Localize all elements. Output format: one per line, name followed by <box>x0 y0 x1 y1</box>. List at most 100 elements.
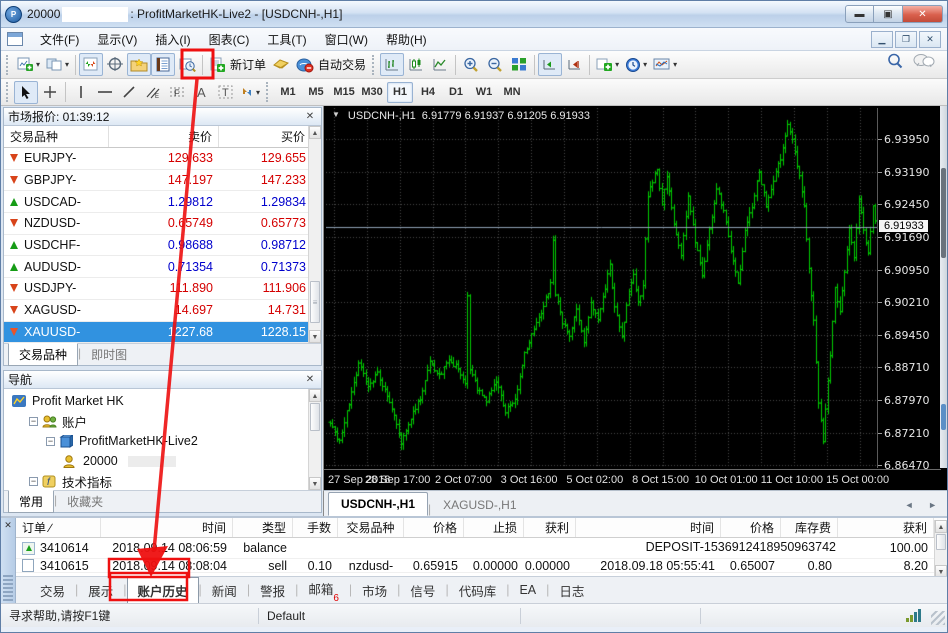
templates-dropdown[interactable]: ▾ <box>673 60 677 69</box>
terminal-row[interactable]: 34106142018.09.14 08:06:59balance100.00D… <box>16 538 947 559</box>
terminal-tab-邮箱[interactable]: 邮箱6 <box>298 576 349 604</box>
scrollbar-thumb[interactable]: ≡ <box>310 281 320 323</box>
child-close-button[interactable]: ✕ <box>919 31 941 48</box>
terminal-toggle-button[interactable] <box>151 53 175 76</box>
timeframe-M1[interactable]: M1 <box>275 82 301 103</box>
terminal-tab-警报[interactable]: 警报 <box>250 578 295 603</box>
col-ask[interactable]: 买价 <box>219 126 312 147</box>
child-minimize-button[interactable]: ▁ <box>871 31 893 48</box>
toolbar-grip[interactable] <box>6 82 11 102</box>
timeframe-D1[interactable]: D1 <box>443 82 469 103</box>
scrollbar-thumb[interactable] <box>936 534 946 550</box>
timeframe-M30[interactable]: M30 <box>359 82 385 103</box>
chart-window[interactable]: ▼ USDCNH-,H1 6.91779 6.91937 6.91205 6.9… <box>323 106 947 490</box>
timeframe-H4[interactable]: H4 <box>415 82 441 103</box>
terminal-tab-EA[interactable]: EA <box>509 580 546 600</box>
terminal-tab-代码库[interactable]: 代码库 <box>449 578 507 603</box>
navigator-tab-收藏夹[interactable]: 收藏夹 <box>57 491 113 512</box>
data-window-button[interactable] <box>103 53 127 76</box>
terminal-col-8[interactable]: 时间 <box>576 518 721 537</box>
time-axis[interactable]: 27 Sep 201828 Sep 17:002 Oct 07:003 Oct … <box>324 469 941 489</box>
tree-item-技术指标[interactable]: −f技术指标 <box>4 471 321 491</box>
market-watch-toggle-button[interactable] <box>79 53 103 76</box>
zoom-in-button[interactable] <box>459 53 483 76</box>
menu-插入(I)[interactable]: 插入(I) <box>146 28 199 51</box>
metaeditor-button[interactable] <box>269 53 293 76</box>
terminal-tab-展示[interactable]: 展示 <box>78 578 123 603</box>
window-close-button[interactable]: ✕ <box>903 5 943 23</box>
chart-window-icon[interactable] <box>7 32 23 46</box>
periods-dropdown[interactable]: ▾ <box>643 60 647 69</box>
profiles-dropdown[interactable]: ▾ <box>65 60 69 69</box>
timeframe-H1[interactable]: H1 <box>387 82 413 103</box>
terminal-col-3[interactable]: 手数 <box>293 518 338 537</box>
crosshair-tool-button[interactable] <box>38 81 62 104</box>
new-chart-dropdown[interactable]: ▾ <box>36 60 40 69</box>
resize-grip[interactable] <box>931 611 945 625</box>
trendline-tool-button[interactable] <box>117 81 141 104</box>
terminal-tab-日志[interactable]: 日志 <box>549 578 594 603</box>
terminal-col-0[interactable]: 订单 ∕ <box>16 518 101 537</box>
navigator-tab-常用[interactable]: 常用 <box>8 490 54 513</box>
terminal-tab-市场[interactable]: 市场 <box>352 578 397 603</box>
close-icon[interactable]: ✕ <box>1 518 15 531</box>
terminal-tab-信号[interactable]: 信号 <box>400 578 445 603</box>
terminal-tab-交易[interactable]: 交易 <box>30 578 75 603</box>
timeframe-W1[interactable]: W1 <box>471 82 497 103</box>
terminal-col-1[interactable]: 时间 <box>101 518 233 537</box>
indicators-dropdown[interactable]: ▾ <box>615 60 619 69</box>
text-tool-button[interactable]: A <box>189 81 213 104</box>
chart-collapse-icon[interactable]: ▼ <box>332 110 340 122</box>
scroll-down-icon[interactable]: ▼ <box>309 477 321 490</box>
window-minimize-button[interactable]: ▬ <box>845 5 874 23</box>
timeframe-M15[interactable]: M15 <box>331 82 357 103</box>
menu-图表(C)[interactable]: 图表(C) <box>200 28 259 51</box>
menu-工具(T)[interactable]: 工具(T) <box>258 28 315 51</box>
timeframe-MN[interactable]: MN <box>499 82 525 103</box>
terminal-col-5[interactable]: 价格 <box>404 518 464 537</box>
chart-shift-button[interactable] <box>562 53 586 76</box>
indicators-button[interactable]: ▾ <box>593 53 622 76</box>
col-bid[interactable]: 卖价 <box>109 126 219 147</box>
menu-窗口(W)[interactable]: 窗口(W) <box>316 28 377 51</box>
autotrading-button[interactable]: 自动交易 <box>293 53 369 76</box>
market-watch-row[interactable]: XAUUSD-1227.681228.15 <box>4 322 321 344</box>
child-restore-button[interactable]: ❐ <box>895 31 917 48</box>
templates-button[interactable]: ▾ <box>650 53 680 76</box>
close-icon[interactable]: ✕ <box>303 111 317 122</box>
scroll-up-icon[interactable]: ▲ <box>935 520 947 533</box>
terminal-col-10[interactable]: 库存费 <box>781 518 838 537</box>
fibonacci-tool-button[interactable]: F <box>165 81 189 104</box>
horizontal-line-tool-button[interactable] <box>93 81 117 104</box>
chart-tab-XAGUSD-,H1[interactable]: XAGUSD-,H1 <box>431 494 528 516</box>
new-order-button[interactable]: 新订单 <box>206 53 269 76</box>
market-watch-row[interactable]: NZDUSD-0.657490.65773 <box>4 213 321 235</box>
chart-scrollbar[interactable] <box>940 106 947 468</box>
bar-chart-button[interactable] <box>380 53 404 76</box>
profiles-button[interactable]: ▾ <box>43 53 72 76</box>
market-watch-tab-即时图[interactable]: 即时图 <box>81 344 137 365</box>
scroll-down-icon[interactable]: ▼ <box>309 330 321 343</box>
menu-显示(V)[interactable]: 显示(V) <box>88 28 146 51</box>
text-label-tool-button[interactable]: T <box>213 81 237 104</box>
channel-tool-button[interactable]: E <box>141 81 165 104</box>
status-profile[interactable]: Default <box>259 608 521 624</box>
tree-item-ProfitMarketHK-Live2[interactable]: −ProfitMarketHK-Live2 <box>4 431 321 451</box>
tile-windows-button[interactable] <box>507 53 531 76</box>
terminal-col-6[interactable]: 止损 <box>464 518 524 537</box>
market-watch-row[interactable]: AUDUSD-0.713540.71373 <box>4 256 321 278</box>
terminal-col-4[interactable]: 交易品种 <box>338 518 404 537</box>
search-symbols-icon[interactable] <box>887 53 903 69</box>
terminal-row[interactable]: 34106152018.09.14 08:08:04sell0.10nzdusd… <box>16 559 947 573</box>
chat-icon[interactable] <box>913 53 935 69</box>
scroll-up-icon[interactable]: ▲ <box>309 389 321 402</box>
zoom-out-button[interactable] <box>483 53 507 76</box>
periods-button[interactable]: ▾ <box>622 53 650 76</box>
tree-expand-icon[interactable]: − <box>46 437 55 446</box>
market-watch-tab-交易品种[interactable]: 交易品种 <box>8 343 78 366</box>
scrollbar-thumb[interactable] <box>310 403 320 431</box>
navigator-scrollbar[interactable]: ▲ ▼ <box>308 389 321 490</box>
tree-item-Profit Market HK[interactable]: Profit Market HK <box>4 391 321 411</box>
market-watch-row[interactable]: EURJPY-129.633129.655 <box>4 148 321 170</box>
market-watch-row[interactable]: USDCHF-0.986880.98712 <box>4 235 321 257</box>
